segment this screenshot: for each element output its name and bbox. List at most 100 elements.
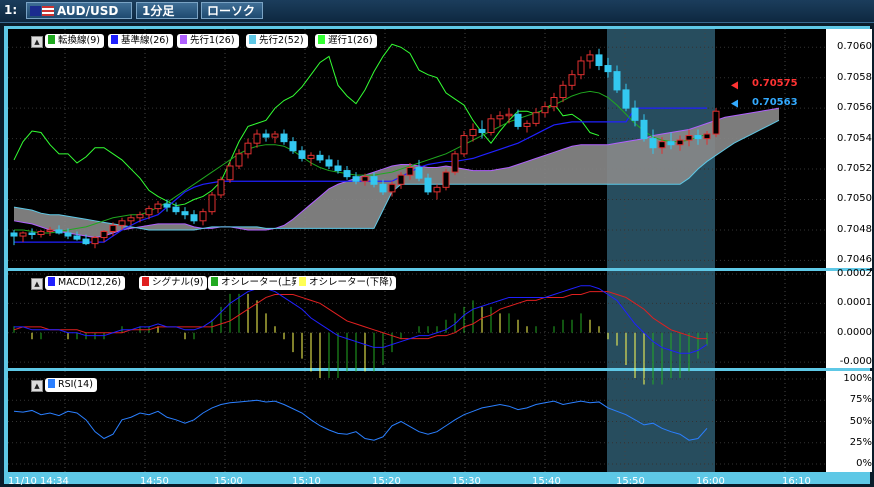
y-tick-label: 0.7060 [837,41,872,53]
legend-item[interactable]: オシレーター(上昇) [208,276,309,290]
candle-body [244,142,252,155]
legend-swatch [318,35,325,44]
candle-body [613,71,621,91]
collapse-macd-panel-toggle[interactable]: ▲ [31,278,43,290]
candle-body [19,232,27,237]
candle-body [181,211,189,216]
candle-body [316,154,324,161]
candle-body [604,65,612,73]
candle-body [73,235,81,240]
x-tick-label: 16:10 [782,476,811,487]
y-tick-label: 100% [843,373,872,384]
candle-body [28,232,36,236]
candle-body [577,60,585,76]
candle-body [487,118,495,134]
candle-body [514,113,522,127]
y-tick-label: 0.0000 [837,326,872,338]
collapse-price-panel-toggle[interactable]: ▲ [31,36,43,48]
x-tick-label: 16:00 [696,476,725,487]
candle-body [127,217,135,222]
candle-body [496,115,504,120]
candle-body [217,179,225,196]
candle-body [406,167,414,176]
y-tick-label: 0% [856,458,872,469]
collapse-rsi-panel-toggle[interactable]: ▲ [31,380,43,392]
legend-item[interactable]: 先行2(52) [246,34,308,48]
x-tick-label: 15:30 [452,476,481,487]
legend-swatch [111,35,118,44]
candle-body [361,176,369,182]
candle-body [523,122,531,127]
legend-item[interactable]: 転換線(9) [45,34,104,48]
candle-body [10,232,18,237]
legend-swatch [249,35,256,44]
candle-body [460,135,468,155]
legend-item[interactable]: 基準線(26) [108,34,174,48]
candle-body [712,110,720,135]
candle-body [226,165,234,181]
candle-body [685,135,693,141]
legend-label: オシレーター(下降) [309,277,393,288]
legend-label: 遅行1(26) [328,35,373,46]
legend-label: 先行2(52) [259,35,304,46]
candle-body [325,159,333,167]
candle-body [334,165,342,172]
y-tick-label: 0.0002 [837,267,872,279]
legend-item[interactable]: 先行1(26) [177,34,239,48]
candle-body [280,133,288,143]
x-tick-label: 15:10 [292,476,321,487]
candle-body [667,141,675,146]
y-tick-label: -0.000 [839,356,872,368]
candle-body [289,141,297,152]
candle-body [649,138,657,149]
legend-swatch [48,379,55,388]
legend-label: オシレーター(上昇) [221,277,305,288]
candle-body [298,150,306,159]
x-tick-label: 11/10 14:34 [8,476,69,487]
candle-body [352,176,360,182]
candle-body [424,177,432,193]
candle-body [370,176,378,185]
legend-item[interactable]: 遅行1(26) [315,34,377,48]
candle-body [703,133,711,140]
candle-body [478,128,486,134]
legend-item[interactable]: オシレーター(下降) [296,276,397,290]
candle-body [208,194,216,213]
candle-body [136,214,144,219]
price-label: 0.70575 [752,78,798,90]
candle-body [631,107,639,121]
x-tick-label: 15:50 [616,476,645,487]
legend-item[interactable]: シグナル(9) [139,276,208,290]
y-tick-label: 0.7058 [837,71,872,83]
y-tick-label: 50% [849,415,872,427]
candle-body [199,211,207,222]
candle-body [559,84,567,99]
candle-body [586,54,594,62]
candle-body [442,171,450,188]
legend-swatch [48,277,55,286]
candle-body [676,139,684,146]
candle-body [46,229,54,232]
candle-body [532,112,540,124]
y-tick-label: 0.7056 [837,102,872,114]
candle-body [397,174,405,185]
price-label: 0.70563 [752,96,798,108]
y-tick-label: 75% [849,394,872,406]
candle-body [658,141,666,149]
legend-swatch [142,277,149,286]
candle-body [388,183,396,193]
candle-body [172,206,180,213]
candle-body [307,154,315,159]
y-tick-label: 0.7050 [837,193,872,205]
candle-body [82,238,90,245]
legend-item[interactable]: RSI(14) [45,378,97,392]
candle-body [343,170,351,178]
legend-item[interactable]: MACD(12,26) [45,276,126,290]
legend-swatch [180,35,187,44]
candle-body [568,74,576,86]
legend-swatch [211,277,218,286]
x-tick-label: 15:00 [214,476,243,487]
candle-body [433,186,441,193]
y-tick-label: 25% [849,436,872,448]
y-tick-label: 0.7054 [837,132,872,144]
